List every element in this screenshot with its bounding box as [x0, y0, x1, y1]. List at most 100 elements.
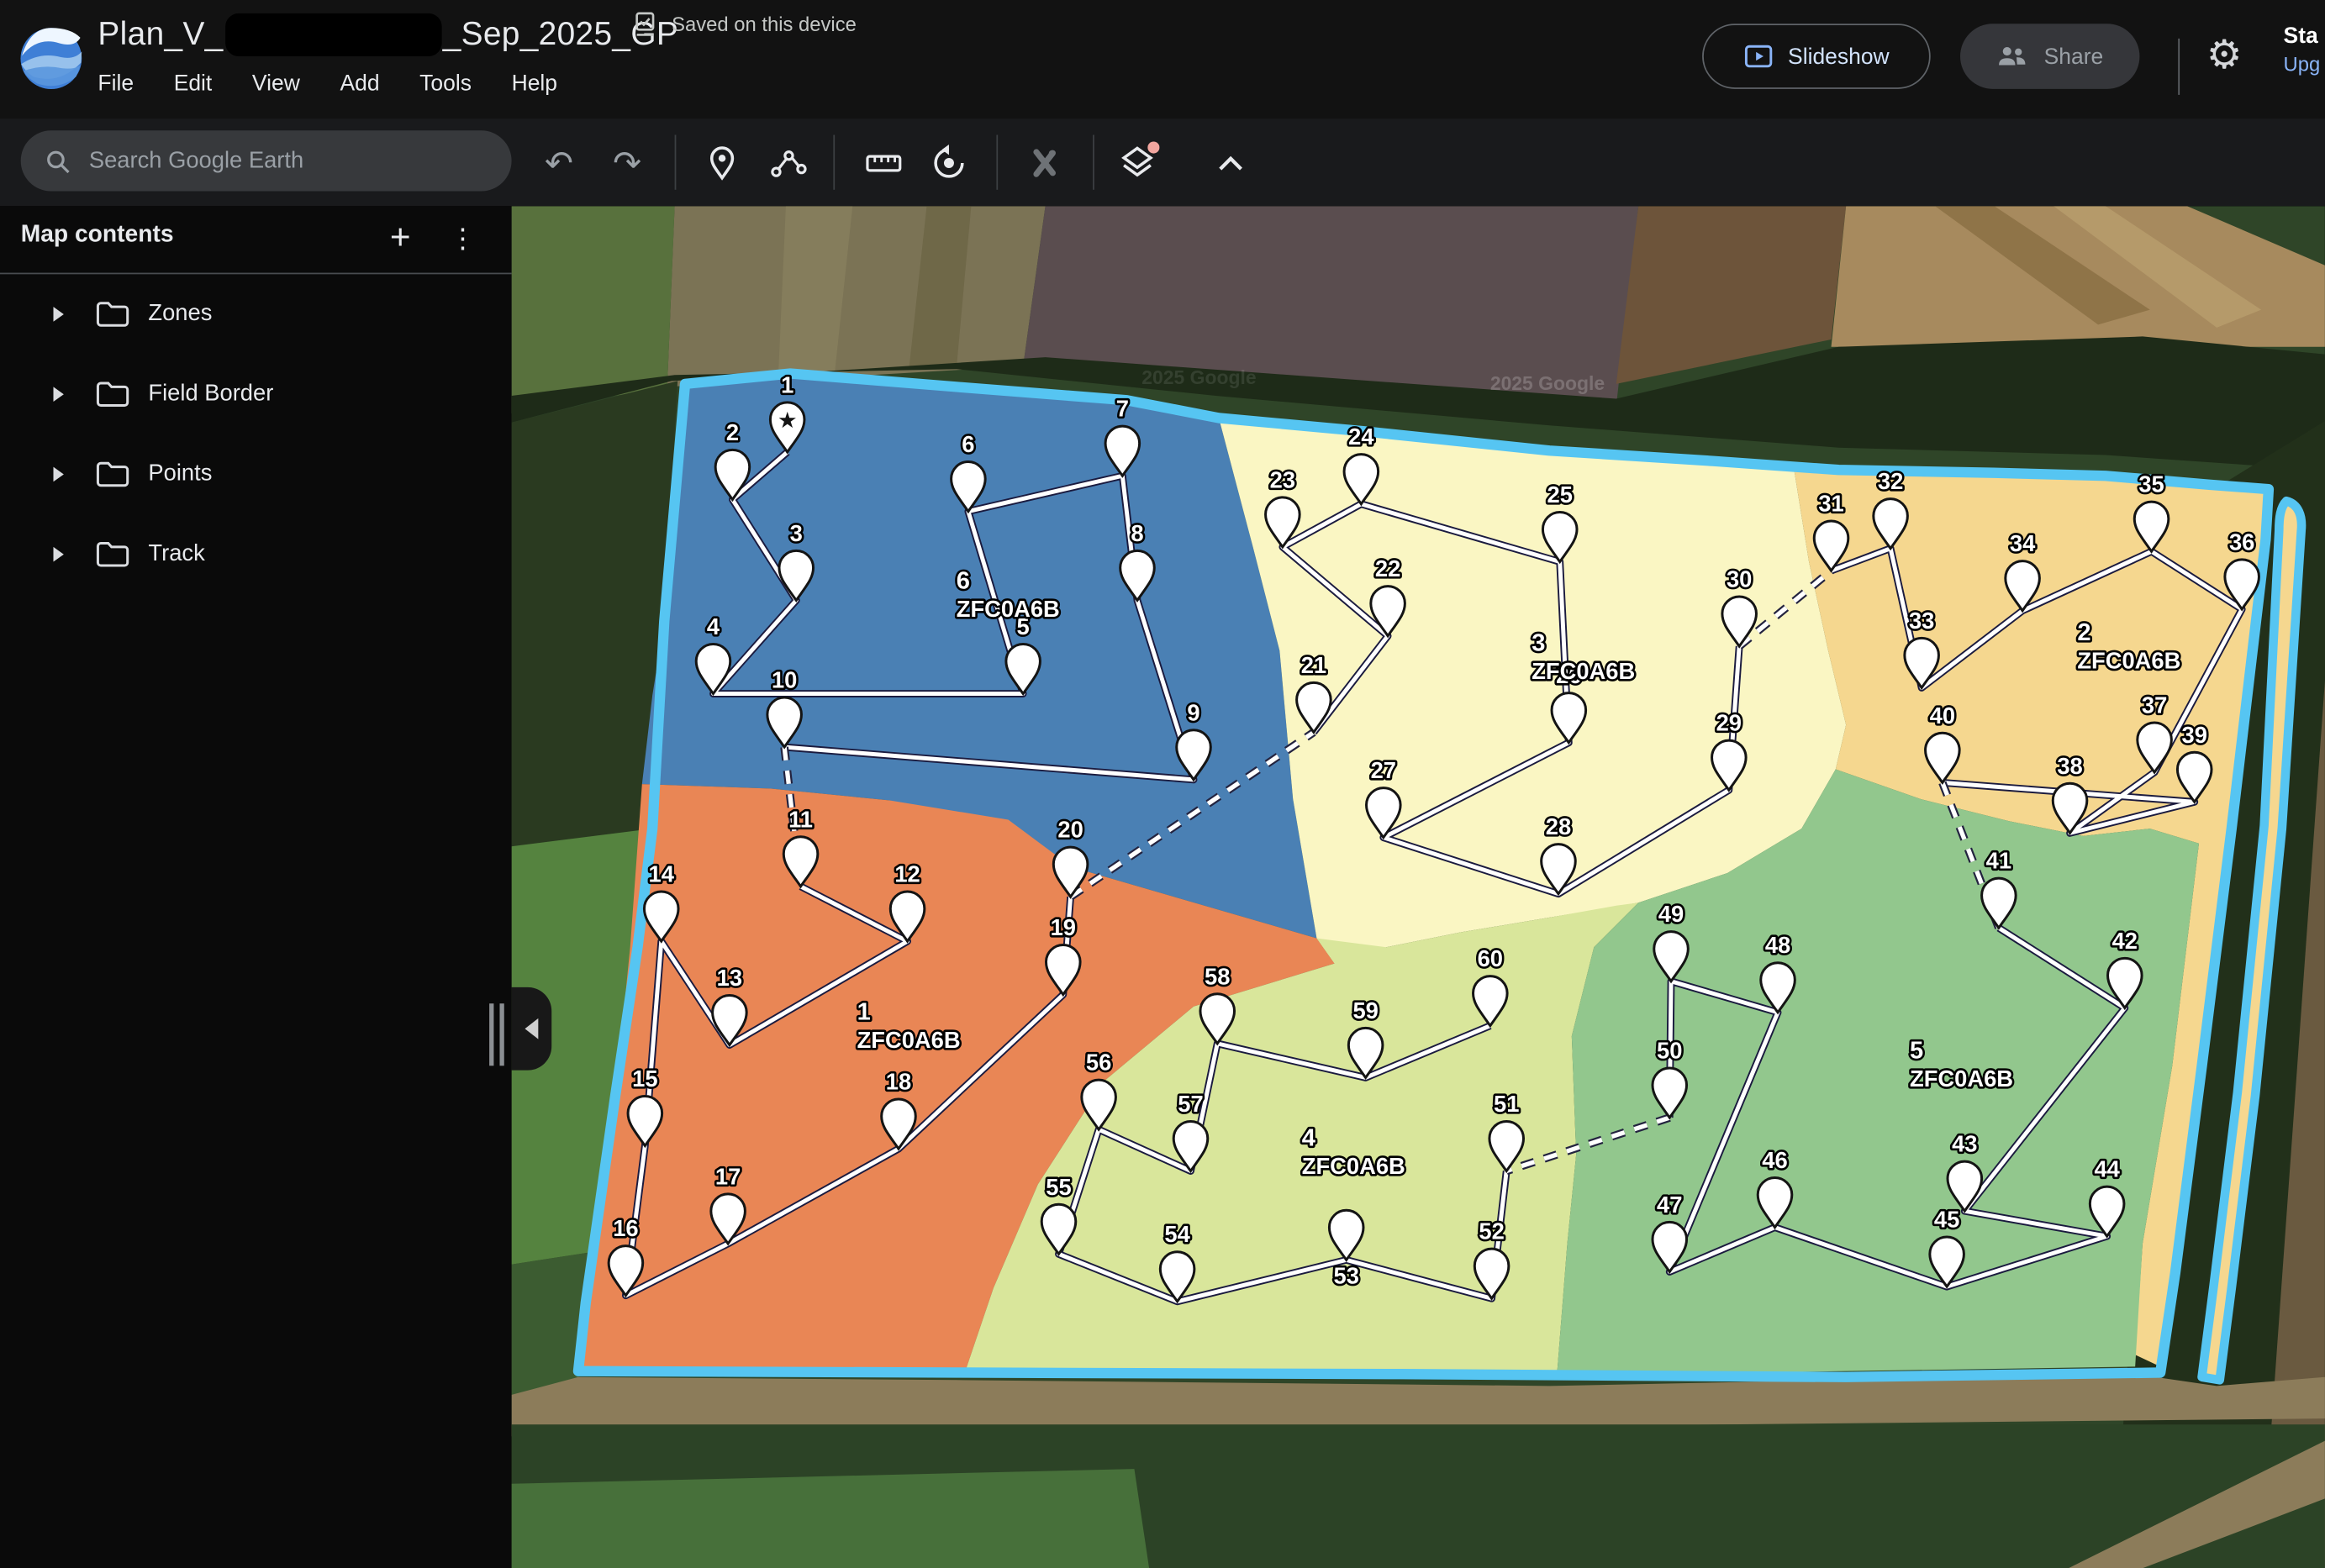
pin-number-label: 30 — [1727, 566, 1752, 592]
pin-number-label: 57 — [1178, 1091, 1203, 1117]
pin-number-label: 27 — [1371, 757, 1396, 783]
google-earth-logo[interactable] — [18, 25, 84, 92]
pin-number-label: 18 — [886, 1069, 911, 1095]
pin-star-icon: ★ — [778, 408, 798, 433]
sidebar-item-points[interactable]: Points — [0, 445, 512, 504]
folder-icon — [95, 299, 130, 329]
pin-number-label: 23 — [1270, 466, 1295, 492]
pin-number-label: 22 — [1375, 555, 1400, 581]
historical-imagery-button[interactable] — [920, 142, 979, 183]
pin-number-label: 43 — [1952, 1131, 1977, 1157]
toolbar-separator — [996, 135, 998, 190]
menu-edit[interactable]: Edit — [174, 71, 213, 97]
pin-number-label: 33 — [1909, 608, 1934, 634]
pin-number-label: 20 — [1057, 817, 1083, 843]
toolbar-separator — [1093, 135, 1094, 190]
title-prefix: Plan_V_ — [98, 15, 223, 54]
zone-number-label: 4 — [1302, 1125, 1316, 1152]
add-item-button[interactable]: + — [380, 218, 421, 259]
settings-gear-icon[interactable]: ⚙ — [2206, 33, 2243, 79]
path-icon — [770, 145, 809, 181]
header-divider — [2178, 39, 2180, 95]
slideshow-button[interactable]: Slideshow — [1702, 24, 1931, 89]
pin-number-label: 54 — [1164, 1221, 1190, 1247]
pin-number-label: 7 — [1116, 396, 1129, 422]
panel-title: Map contents — [21, 223, 174, 250]
google-earth-window: Plan_V__Sep_2025_GP Saved on this device… — [0, 0, 2325, 1568]
search-input[interactable] — [89, 148, 460, 175]
pin-number-label: 36 — [2229, 529, 2254, 555]
zone-code-label: ZFC0A6B — [2077, 648, 2180, 674]
sidebar-item-label: Field Border — [148, 381, 273, 408]
pin-number-label: 17 — [715, 1163, 741, 1189]
pin-number-label: 58 — [1205, 963, 1230, 989]
pin-number-label: 9 — [1187, 699, 1199, 725]
pin-number-label: 56 — [1086, 1050, 1111, 1076]
measure-button[interactable] — [854, 142, 914, 183]
sidebar-item-track[interactable]: Track — [0, 524, 512, 584]
sidebar-item-label: Zones — [148, 301, 212, 328]
edit-tools-icon — [1026, 145, 1062, 181]
menu-add[interactable]: Add — [340, 71, 379, 97]
pin-number-label: 50 — [1657, 1037, 1682, 1063]
pin-number-label: 59 — [1352, 997, 1378, 1023]
pin-number-label: 19 — [1051, 914, 1076, 940]
toolbar: ↶ ↷ — [0, 118, 2325, 206]
add-placemark-button[interactable] — [693, 142, 752, 183]
pin-number-label: 51 — [1494, 1091, 1519, 1117]
zone-number-label: 3 — [1532, 629, 1545, 656]
pin-number-label: 42 — [2112, 928, 2138, 954]
save-status: Saved on this device — [635, 12, 857, 37]
collapse-panel-button[interactable] — [512, 987, 552, 1071]
menu-view[interactable]: View — [252, 71, 300, 97]
menu-help[interactable]: Help — [512, 71, 557, 97]
menu-tools[interactable]: Tools — [419, 71, 472, 97]
sidebar-item-label: Points — [148, 461, 212, 488]
add-path-button[interactable] — [759, 142, 819, 183]
share-label: Share — [2044, 44, 2104, 69]
pin-number-label: 16 — [613, 1215, 638, 1241]
pin-number-label: 38 — [2057, 753, 2082, 779]
sidebar-item-zones[interactable]: Zones — [0, 285, 512, 345]
zone-number-label: 6 — [957, 567, 970, 594]
expand-caret-icon[interactable] — [54, 387, 64, 402]
sidebar-item-field-border[interactable]: Field Border — [0, 365, 512, 424]
pin-number-label: 10 — [772, 666, 797, 692]
layers-button[interactable] — [1108, 142, 1168, 183]
top-bar: Plan_V__Sep_2025_GP Saved on this device… — [0, 0, 2325, 206]
search-icon — [45, 148, 71, 175]
sidebar-item-label: Track — [148, 541, 204, 568]
pin-number-label: 13 — [717, 965, 742, 991]
document-title[interactable]: Plan_V__Sep_2025_GP — [98, 10, 678, 57]
collapse-toolbar-button[interactable] — [1201, 142, 1261, 183]
map-canvas[interactable]: 2025 Google2025 Google ★ 123456789101112… — [512, 206, 2325, 1568]
pin-number-label: 35 — [2138, 471, 2164, 497]
pin-number-label: 24 — [1348, 424, 1374, 450]
slideshow-label: Slideshow — [1788, 44, 1890, 69]
pin-number-label: 48 — [1765, 932, 1790, 958]
layers-icon — [1115, 141, 1160, 186]
folder-icon — [95, 380, 130, 409]
redo-button[interactable]: ↷ — [598, 142, 657, 183]
chevron-left-icon — [525, 1018, 538, 1039]
chevron-up-icon — [1215, 153, 1247, 174]
pin-number-label: 45 — [1934, 1207, 1959, 1233]
panel-menu-button[interactable]: ⋮ — [442, 218, 483, 259]
menu-file[interactable]: File — [98, 71, 134, 97]
search-box[interactable] — [21, 130, 512, 191]
expand-caret-icon[interactable] — [54, 307, 64, 322]
menu-bar: File Edit View Add Tools Help — [98, 71, 557, 97]
edit-tools-button[interactable] — [1015, 142, 1074, 183]
save-status-label: Saved on this device — [672, 13, 857, 35]
account-area[interactable]: Sta Upg — [2284, 22, 2321, 78]
share-button[interactable]: Share — [1960, 24, 2139, 89]
pin-number-label: 29 — [1716, 710, 1742, 736]
pin-number-label: 60 — [1478, 945, 1503, 971]
share-people-icon — [1996, 45, 2029, 68]
expand-caret-icon[interactable] — [54, 467, 64, 482]
pin-number-label: 41 — [1986, 848, 2011, 874]
pin-number-label: 40 — [1930, 702, 1955, 729]
undo-button[interactable]: ↶ — [530, 142, 589, 183]
panel-resize-grip[interactable] — [489, 1003, 504, 1066]
expand-caret-icon[interactable] — [54, 547, 64, 562]
